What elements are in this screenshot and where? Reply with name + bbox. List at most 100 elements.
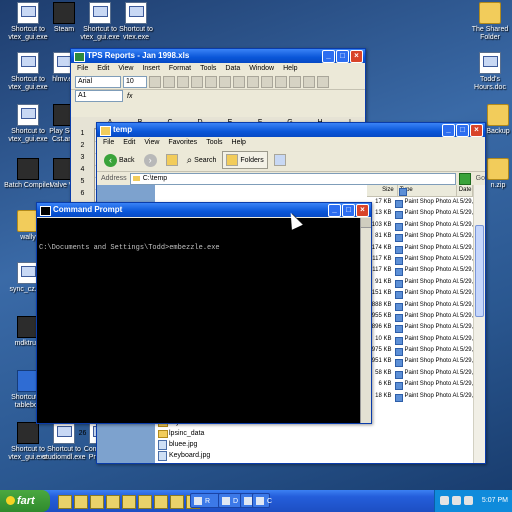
merge-icon[interactable] xyxy=(233,76,245,88)
quick-launch-icon[interactable] xyxy=(90,495,104,509)
quick-launch-icon[interactable] xyxy=(106,495,120,509)
forward-button[interactable]: › xyxy=(141,152,160,168)
row-header[interactable]: 5 xyxy=(71,176,94,188)
explorer-titlebar[interactable]: temp _ □ × xyxy=(97,123,485,137)
row-header[interactable]: 1 xyxy=(71,128,94,140)
minimize-button[interactable]: _ xyxy=(442,124,455,137)
file-row[interactable]: 81 KB Paint Shop Photo Al... 5/29, xyxy=(367,231,473,243)
menu-item[interactable]: Tools xyxy=(200,63,216,75)
tray-icon[interactable] xyxy=(452,496,461,505)
row-header[interactable]: 26 xyxy=(71,428,94,440)
file-row[interactable]: 951 KB Paint Shop Photo Al... 5/29, xyxy=(367,356,473,368)
maximize-button[interactable]: □ xyxy=(342,204,355,217)
font-name-box[interactable]: Arial xyxy=(75,76,121,88)
row-header[interactable]: 6 xyxy=(71,188,94,200)
clock[interactable]: 5:07 PM xyxy=(482,497,508,504)
italic-icon[interactable] xyxy=(163,76,175,88)
scroll-up-icon[interactable] xyxy=(361,218,371,228)
file-item[interactable]: Keyboard.jpg xyxy=(157,450,210,461)
row-header[interactable]: 4 xyxy=(71,164,94,176)
minimize-button[interactable]: _ xyxy=(328,204,341,217)
command-prompt-window[interactable]: Command Prompt _ □ × C:\Documents and Se… xyxy=(36,202,372,424)
console-output[interactable]: C:\Documents and Settings\Todd>embezzle.… xyxy=(37,218,361,423)
menu-item[interactable]: Edit xyxy=(97,63,109,75)
date-column-header[interactable]: Date xyxy=(457,185,473,196)
excel-titlebar[interactable]: TPS Reports - Jan 1998.xls _ □ × xyxy=(71,49,365,63)
views-button[interactable] xyxy=(271,152,289,168)
close-button[interactable]: × xyxy=(356,204,369,217)
file-row[interactable]: 10 KB Paint Shop Photo Al... 5/29, xyxy=(367,334,473,346)
menu-item[interactable]: Help xyxy=(283,63,297,75)
bold-icon[interactable] xyxy=(149,76,161,88)
file-item[interactable]: bluee.jpg xyxy=(157,439,210,450)
size-column-header[interactable]: Size xyxy=(367,185,398,196)
quick-launch-icon[interactable] xyxy=(58,495,72,509)
menu-item[interactable]: Data xyxy=(225,63,240,75)
indent-icon[interactable] xyxy=(275,76,287,88)
menu-item[interactable]: View xyxy=(144,137,159,149)
menu-item[interactable]: View xyxy=(118,63,133,75)
file-row[interactable]: 17 KB Paint Shop Photo Al... 5/29, xyxy=(367,197,473,209)
file-row[interactable]: 91 KB Paint Shop Photo Al... 5/29, xyxy=(367,277,473,289)
search-button[interactable]: ⌕ Search xyxy=(184,152,220,168)
go-button[interactable] xyxy=(458,172,471,185)
align-right-icon[interactable] xyxy=(219,76,231,88)
scroll-thumb[interactable] xyxy=(475,225,484,317)
maximize-button[interactable]: □ xyxy=(456,124,469,137)
desktop-icon[interactable]: The Shared Folder xyxy=(466,2,512,42)
quick-launch-icon[interactable] xyxy=(170,495,184,509)
font-color-icon[interactable] xyxy=(317,76,329,88)
file-row[interactable]: 58 KB Paint Shop Photo Al... 5/29, xyxy=(367,368,473,380)
explorer-scrollbar[interactable] xyxy=(473,185,485,463)
maximize-button[interactable]: □ xyxy=(336,50,349,63)
quick-launch-icon[interactable] xyxy=(74,495,88,509)
cmd-titlebar[interactable]: Command Prompt _ □ × xyxy=(37,203,371,217)
quick-launch-icon[interactable] xyxy=(122,495,136,509)
name-box[interactable]: A1 xyxy=(75,90,123,102)
currency-icon[interactable] xyxy=(247,76,259,88)
file-row[interactable]: 13 KB Paint Shop Photo Al... 5/29, xyxy=(367,208,473,220)
quick-launch-icon[interactable] xyxy=(138,495,152,509)
menu-item[interactable]: File xyxy=(77,63,88,75)
align-left-icon[interactable] xyxy=(191,76,203,88)
file-row[interactable]: 174 KB Paint Shop Photo Al... 5/29, xyxy=(367,243,473,254)
menu-item[interactable]: File xyxy=(103,137,114,149)
menu-item[interactable]: Insert xyxy=(142,63,160,75)
file-row[interactable]: 117 KB Paint Shop Photo Al... 5/29, xyxy=(367,265,473,277)
file-row[interactable]: 975 KB Paint Shop Photo Al... 5/29, xyxy=(367,345,473,357)
quick-launch-icon[interactable] xyxy=(154,495,168,509)
file-row[interactable]: 896 KB Paint Shop Photo Al... 5/29, xyxy=(367,322,473,334)
menu-item[interactable]: Window xyxy=(249,63,274,75)
file-row[interactable]: 117 KB Paint Shop Photo Al... 5/29, xyxy=(367,254,473,266)
file-row[interactable]: 151 KB Paint Shop Photo Al... 5/29, xyxy=(367,288,473,300)
menu-item[interactable]: Help xyxy=(232,137,246,149)
menu-item[interactable]: Tools xyxy=(206,137,222,149)
menu-item[interactable]: Format xyxy=(169,63,191,75)
desktop-icon[interactable]: Shortcut to vtex.exe xyxy=(112,2,160,42)
underline-icon[interactable] xyxy=(177,76,189,88)
menu-item[interactable]: Edit xyxy=(123,137,135,149)
close-button[interactable]: × xyxy=(350,50,363,63)
file-row[interactable]: 888 KB Paint Shop Photo Al... 5/29, xyxy=(367,300,473,311)
row-header[interactable]: 2 xyxy=(71,140,94,152)
file-row[interactable]: 18 KB Paint Shop Photo Al... 5/29, xyxy=(367,391,473,403)
percent-icon[interactable] xyxy=(261,76,273,88)
details-view[interactable]: Size Type Date 17 KB Paint Shop Photo Al.… xyxy=(367,185,473,463)
folders-button[interactable]: Folders xyxy=(222,151,268,169)
taskbar-button[interactable]: C xyxy=(252,493,272,508)
start-button[interactable]: fart xyxy=(0,490,50,512)
address-input[interactable]: C:\temp xyxy=(129,172,456,185)
tray-icon[interactable] xyxy=(464,496,473,505)
desktop-icon[interactable]: Todd's Hours.doc xyxy=(466,52,512,92)
file-row[interactable]: 103 KB Paint Shop Photo Al... 5/29, xyxy=(367,220,473,232)
fill-color-icon[interactable] xyxy=(303,76,315,88)
menu-item[interactable]: Favorites xyxy=(168,137,197,149)
row-header[interactable]: 3 xyxy=(71,152,94,164)
tray-icon[interactable] xyxy=(440,496,449,505)
font-size-box[interactable]: 10 xyxy=(123,76,147,88)
file-row[interactable]: 955 KB Paint Shop Photo Al... 5/29, xyxy=(367,311,473,323)
borders-icon[interactable] xyxy=(289,76,301,88)
cmd-scrollbar[interactable] xyxy=(360,218,371,423)
minimize-button[interactable]: _ xyxy=(322,50,335,63)
type-column-header[interactable]: Type xyxy=(398,185,457,196)
